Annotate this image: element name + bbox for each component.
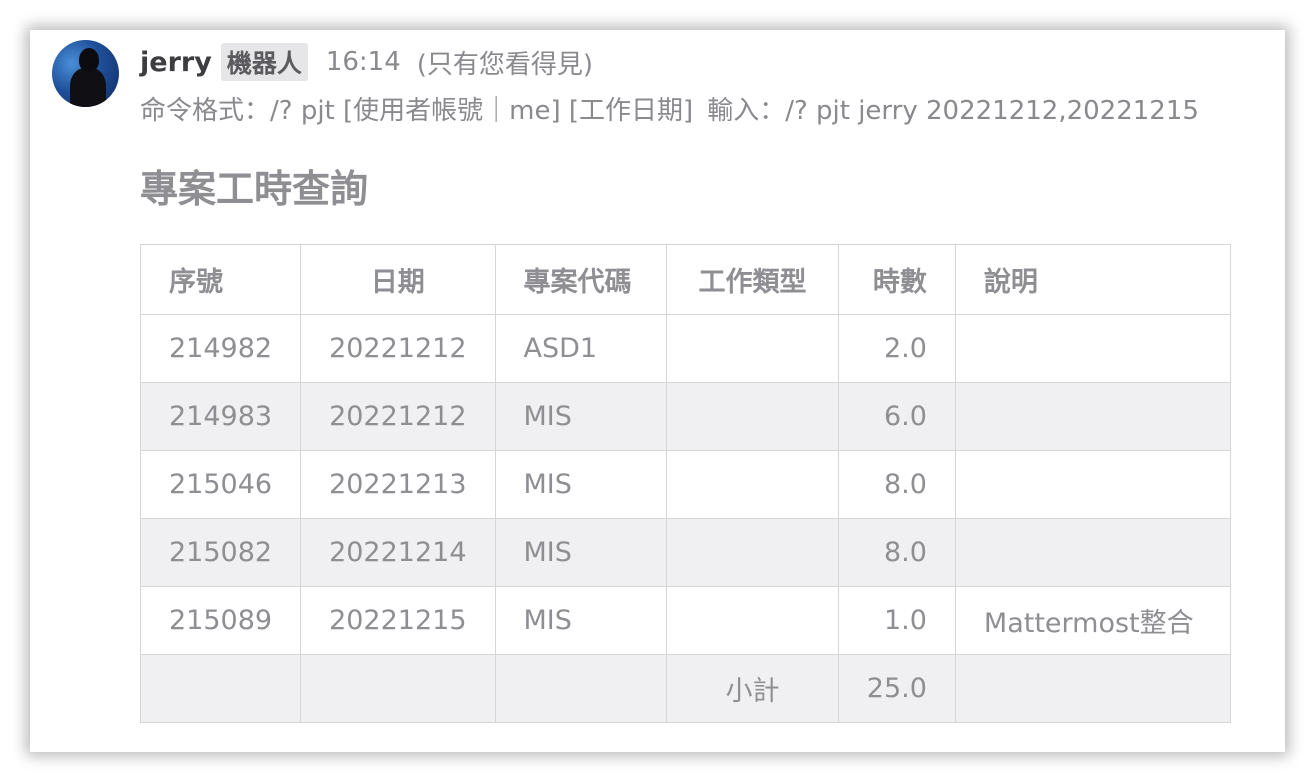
- report-title: 專案工時查詢: [140, 167, 369, 211]
- cell-description: Mattermost整合: [954, 586, 1232, 655]
- table-row: 214983 20221212 MIS 6.0: [139, 382, 1232, 451]
- visibility-note: (只有您看得見): [416, 49, 594, 80]
- cell-project: MIS: [494, 450, 668, 519]
- bot-tag: 機器人: [220, 43, 308, 81]
- subtotal-row: 小計 25.0: [139, 654, 1232, 723]
- cell-seq: 214983: [139, 382, 302, 451]
- cell-empty: [300, 654, 496, 723]
- table-row: 215082 20221214 MIS 8.0: [139, 518, 1232, 587]
- command-help: 命令格式：/? pjt [使用者帳號｜me] [工作日期] 輸入：/? pjt j…: [140, 90, 1199, 127]
- cell-hours: 1.0: [837, 586, 956, 655]
- command-example-text: 輸入：/? pjt jerry 20221212,20221215: [707, 96, 1199, 126]
- cell-type: [666, 314, 839, 383]
- column-header-type: 工作類型: [666, 244, 839, 315]
- cell-type: [666, 450, 839, 519]
- column-header-date: 日期: [300, 244, 496, 315]
- table-row: 214982 20221212 ASD1 2.0: [139, 314, 1232, 383]
- cell-description: [954, 518, 1232, 587]
- column-header-description: 說明: [954, 244, 1232, 315]
- cell-date: 20221213: [300, 450, 496, 519]
- cell-seq: 215089: [139, 586, 302, 655]
- cell-date: 20221215: [300, 586, 496, 655]
- cell-project: ASD1: [494, 314, 668, 383]
- cell-hours: 6.0: [837, 382, 956, 451]
- column-header-seq: 序號: [139, 244, 302, 315]
- avatar-figure-head: [79, 48, 99, 72]
- cell-description: [954, 314, 1232, 383]
- subtotal-label: 小計: [666, 654, 839, 723]
- column-header-project: 專案代碼: [494, 244, 668, 315]
- cell-hours: 8.0: [837, 450, 956, 519]
- table-header-row: 序號 日期 專案代碼 工作類型 時數 說明: [139, 244, 1232, 315]
- table-row: 215046 20221213 MIS 8.0: [139, 450, 1232, 519]
- post-timestamp[interactable]: 16:14: [326, 47, 401, 77]
- subtotal-value: 25.0: [837, 654, 956, 723]
- avatar-figure-body: [70, 68, 106, 107]
- cell-empty: [954, 654, 1232, 723]
- cell-type: [666, 518, 839, 587]
- post-header: jerry 機器人 16:14 (只有您看得見): [140, 42, 593, 82]
- user-avatar[interactable]: [52, 40, 119, 107]
- cell-empty: [494, 654, 668, 723]
- cell-date: 20221212: [300, 314, 496, 383]
- cell-date: 20221214: [300, 518, 496, 587]
- worklog-table: 序號 日期 專案代碼 工作類型 時數 說明 214982 20221212 AS…: [139, 244, 1232, 723]
- table-row: 215089 20221215 MIS 1.0 Mattermost整合: [139, 586, 1232, 655]
- cell-date: 20221212: [300, 382, 496, 451]
- cell-empty: [139, 654, 302, 723]
- command-format-text: 命令格式：/? pjt [使用者帳號｜me] [工作日期]: [140, 96, 694, 126]
- cell-type: [666, 382, 839, 451]
- cell-hours: 2.0: [837, 314, 956, 383]
- cell-seq: 215082: [139, 518, 302, 587]
- cell-project: MIS: [494, 382, 668, 451]
- cell-seq: 215046: [139, 450, 302, 519]
- username[interactable]: jerry: [140, 47, 212, 78]
- cell-description: [954, 450, 1232, 519]
- cell-project: MIS: [494, 518, 668, 587]
- cell-hours: 8.0: [837, 518, 956, 587]
- column-header-hours: 時數: [837, 244, 956, 315]
- cell-seq: 214982: [139, 314, 302, 383]
- cell-description: [954, 382, 1232, 451]
- cell-project: MIS: [494, 586, 668, 655]
- cell-type: [666, 586, 839, 655]
